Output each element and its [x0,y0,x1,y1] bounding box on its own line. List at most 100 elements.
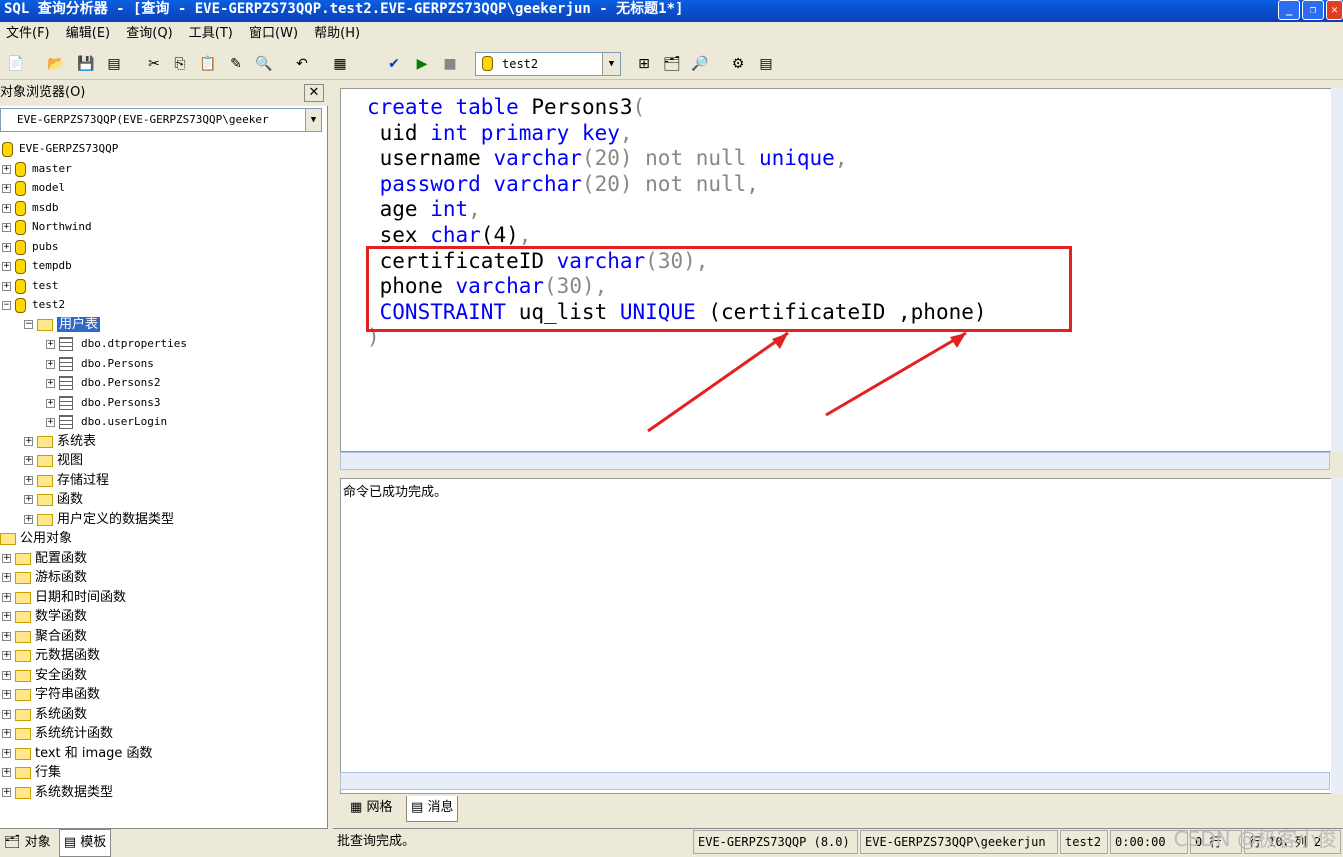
expand-icon[interactable]: + [46,339,55,349]
properties-icon[interactable]: ⚙ [728,54,748,74]
tree-folder[interactable]: + 函数 [24,490,83,509]
find-icon[interactable]: 🔍 [254,54,274,74]
expand-icon[interactable]: + [24,437,33,446]
expand-icon[interactable]: + [24,515,33,524]
expand-icon[interactable]: + [2,768,11,777]
expand-icon[interactable]: + [2,164,11,174]
expand-icon[interactable]: + [2,651,11,660]
collapse-icon[interactable]: − [2,300,11,310]
tree-folder[interactable]: + 聚合函数 [2,627,87,646]
tree-database[interactable]: + tempdb [2,256,72,275]
open-icon[interactable]: 📂 [46,54,66,74]
execute-icon[interactable]: ▶ [412,54,432,74]
execution-plan-icon[interactable]: ⊞ [634,54,654,74]
tree-database[interactable]: + pubs [2,237,59,256]
tree-database[interactable]: + model [2,178,65,197]
expand-icon[interactable]: + [2,710,11,719]
tree-folder[interactable]: + text 和 image 函数 [2,744,153,763]
tree-table[interactable]: + dbo.Persons3 [46,393,160,412]
expand-icon[interactable]: + [2,749,11,758]
tree-table[interactable]: + dbo.dtproperties [46,334,187,353]
tree-database[interactable]: + msdb [2,198,59,217]
expand-icon[interactable]: + [46,359,55,369]
editor-horizontal-scrollbar[interactable] [340,452,1330,470]
expand-icon[interactable]: + [2,281,11,291]
expand-icon[interactable]: + [2,729,11,738]
new-query-icon[interactable]: 📄 [6,54,26,74]
tree-table[interactable]: + dbo.userLogin [46,412,167,431]
menu-help[interactable]: 帮助(H) [308,22,366,46]
minimize-button[interactable]: _ [1278,0,1300,20]
tree-folder[interactable]: + 日期和时间函数 [2,588,126,607]
server-combo[interactable]: EVE-GERPZS73QQP(EVE-GERPZS73QQP\geeker ▼ [0,108,322,132]
tree-folder[interactable]: + 系统函数 [2,705,87,724]
menu-edit[interactable]: 编辑(E) [60,22,116,46]
tree-public-objects[interactable]: 公用对象 [0,529,72,548]
tree-table[interactable]: + dbo.Persons2 [46,373,160,392]
collapse-icon[interactable]: − [24,320,33,329]
expand-icon[interactable]: + [2,222,11,232]
tree-folder[interactable]: + 数学函数 [2,607,87,626]
expand-icon[interactable]: + [2,573,11,582]
menu-file[interactable]: 文件(F) [0,22,56,46]
clear-icon[interactable]: ✎ [226,54,246,74]
tree-server[interactable]: EVE-GERPZS73QQP [2,139,118,158]
results-horizontal-scrollbar[interactable] [340,772,1330,790]
chevron-down-icon[interactable]: ▼ [602,53,620,75]
object-search-icon[interactable]: 🔎 [690,54,710,74]
expand-icon[interactable]: + [46,378,55,388]
tree-folder[interactable]: + 系统数据类型 [2,783,113,802]
tree-folder[interactable]: + 系统表 [24,432,96,451]
expand-icon[interactable]: + [24,476,33,485]
tree-table[interactable]: + dbo.Persons [46,354,154,373]
expand-icon[interactable]: + [2,612,11,621]
tree-folder[interactable]: + 字符串函数 [2,685,100,704]
tree-database[interactable]: − test2 [2,295,65,314]
expand-icon[interactable]: + [2,788,11,797]
copy-icon[interactable]: ⎘ [170,54,190,74]
expand-icon[interactable]: + [2,242,11,252]
menu-query[interactable]: 查询(Q) [120,22,178,46]
tab-grid[interactable]: ▦ 网格 [346,796,396,822]
tree-folder[interactable]: + 用户定义的数据类型 [24,510,174,529]
editor-vertical-scrollbar[interactable] [1331,88,1343,452]
cut-icon[interactable]: ✂ [144,54,164,74]
undo-icon[interactable]: ↶ [292,54,312,74]
tree-database[interactable]: + master [2,159,72,178]
tree-folder[interactable]: + 元数据函数 [2,646,100,665]
tab-objects[interactable]: 🗂 对象 [0,830,55,856]
expand-icon[interactable]: + [2,671,11,680]
tree-folder[interactable]: + 配置函数 [2,549,87,568]
tree-folder[interactable]: + 存储过程 [24,471,109,490]
close-button[interactable]: ✕ [1326,0,1343,20]
tree-folder[interactable]: + 安全函数 [2,666,87,685]
results-mode-icon[interactable]: ▦ [330,54,350,74]
expand-icon[interactable]: + [2,632,11,641]
expand-icon[interactable]: + [24,495,33,504]
expand-icon[interactable]: + [46,398,55,408]
tree-folder[interactable]: + 游标函数 [2,568,87,587]
tab-messages[interactable]: ▤ 消息 [406,796,459,822]
tree-database[interactable]: + Northwind [2,217,92,236]
load-script-icon[interactable]: ▤ [104,54,124,74]
menu-window[interactable]: 窗口(W) [243,22,304,46]
database-select[interactable]: test2 ▼ [475,52,621,76]
save-icon[interactable]: 💾 [76,54,96,74]
cancel-query-icon[interactable]: ■ [440,54,460,74]
parse-icon[interactable]: ✔ [384,54,404,74]
menu-tools[interactable]: 工具(T) [183,22,239,46]
chevron-down-icon[interactable]: ▼ [305,109,321,131]
close-icon[interactable]: ✕ [304,84,324,102]
expand-icon[interactable]: + [2,261,11,271]
expand-icon[interactable]: + [46,417,55,427]
tree-folder[interactable]: + 视图 [24,451,83,470]
expand-icon[interactable]: + [2,203,11,213]
expand-icon[interactable]: + [2,593,11,602]
restore-button[interactable]: ❐ [1302,0,1324,20]
paste-icon[interactable]: 📋 [198,54,218,74]
tree-database[interactable]: + test [2,276,59,295]
expand-icon[interactable]: + [2,554,11,563]
tree-folder-user-tables[interactable]: − 用户表 [24,315,101,334]
object-browser-icon[interactable]: 🗂 [662,54,682,74]
tree-folder[interactable]: + 系统统计函数 [2,724,113,743]
